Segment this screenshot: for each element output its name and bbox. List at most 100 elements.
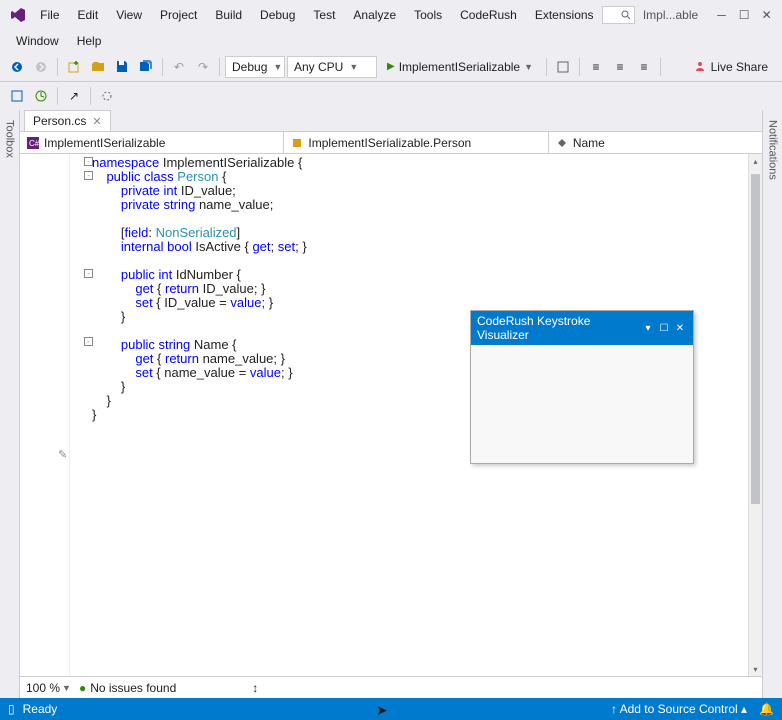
menu-extensions[interactable]: Extensions xyxy=(527,4,602,26)
main-area: Toolbox Person.cs ✕ C# ImplementISeriali… xyxy=(0,110,782,698)
notifications-tab[interactable]: Notifications xyxy=(765,116,781,184)
menu-file[interactable]: File xyxy=(32,4,67,26)
menu-build[interactable]: Build xyxy=(207,4,250,26)
csharp-project-icon: C# xyxy=(26,136,40,150)
config-dropdown[interactable]: Debug▼ xyxy=(225,56,285,78)
tb2-btn2[interactable] xyxy=(30,85,52,107)
zoom-dropdown[interactable]: 100 % ▼ xyxy=(26,681,71,695)
scroll-up-icon[interactable]: ▴ xyxy=(749,154,762,168)
secondary-toolbar: ↗ xyxy=(0,82,782,110)
left-sidebar: Toolbox xyxy=(0,110,20,698)
scroll-down-icon[interactable]: ▾ xyxy=(749,662,762,676)
start-label: ImplementISerializable xyxy=(399,60,520,74)
editor-gutter: ✎ xyxy=(20,154,70,676)
popup-close-icon[interactable]: ✕ xyxy=(673,321,687,335)
status-nav-button[interactable]: ↕ xyxy=(244,677,266,699)
fold-toggle[interactable]: - xyxy=(84,157,93,166)
popup-maximize-icon[interactable]: ☐ xyxy=(657,321,671,335)
platform-dropdown[interactable]: Any CPU▼ xyxy=(287,56,377,78)
file-tabs: Person.cs ✕ xyxy=(20,110,762,132)
menu-edit[interactable]: Edit xyxy=(70,4,107,26)
menu-help[interactable]: Help xyxy=(69,32,110,50)
maximize-button[interactable]: ☐ xyxy=(733,4,756,26)
nav-class-dropdown[interactable]: ImplementISerializable.Person xyxy=(284,132,548,153)
menu-analyze[interactable]: Analyze xyxy=(345,4,404,26)
keystroke-visualizer-popup[interactable]: CodeRush Keystroke Visualizer ▾ ☐ ✕ xyxy=(470,310,694,464)
minimize-button[interactable]: ─ xyxy=(710,4,733,26)
code-editor[interactable]: ✎ - - - - namespace ImplementISerializab… xyxy=(20,154,762,676)
add-icon: ↑ xyxy=(611,702,617,716)
open-file-button[interactable] xyxy=(87,56,109,78)
vertical-scrollbar[interactable]: ▴ ▾ xyxy=(748,154,762,676)
nav-forward-button[interactable] xyxy=(30,56,52,78)
popup-body xyxy=(471,345,693,463)
titlebar: File Edit View Project Build Debug Test … xyxy=(0,0,782,30)
undo-button[interactable]: ↶ xyxy=(168,56,190,78)
close-button[interactable]: ✕ xyxy=(755,4,778,26)
vs-logo-icon xyxy=(10,5,26,25)
statusbar-icon[interactable]: ▯ xyxy=(8,702,15,716)
config-label: Debug xyxy=(232,60,267,74)
status-ready: Ready xyxy=(23,702,58,716)
menu-project[interactable]: Project xyxy=(152,4,205,26)
zoom-label: 100 % xyxy=(26,681,60,695)
file-tab-person[interactable]: Person.cs ✕ xyxy=(24,110,111,131)
tab-close-icon[interactable]: ✕ xyxy=(92,115,101,128)
toolbox-tab[interactable]: Toolbox xyxy=(2,116,18,162)
redo-button[interactable]: ↷ xyxy=(192,56,214,78)
fold-toggle[interactable]: - xyxy=(84,269,93,278)
fold-toggle[interactable]: - xyxy=(84,171,93,180)
tb2-btn1[interactable] xyxy=(6,85,28,107)
start-debug-button[interactable]: ▶ImplementISerializable▼ xyxy=(379,56,541,78)
menubar-row2: Window Help xyxy=(0,30,782,52)
navigation-bar: C# ImplementISerializable ImplementISeri… xyxy=(20,132,762,154)
comment-button[interactable]: ≡ xyxy=(609,56,631,78)
new-project-button[interactable] xyxy=(63,56,85,78)
editor-area: Person.cs ✕ C# ImplementISerializable Im… xyxy=(20,110,762,698)
issues-label: No issues found xyxy=(90,681,176,695)
platform-label: Any CPU xyxy=(294,60,343,74)
indent-button[interactable]: ≡ xyxy=(585,56,607,78)
popup-title-label: CodeRush Keystroke Visualizer xyxy=(477,314,639,342)
scroll-thumb[interactable] xyxy=(751,174,760,504)
fold-toggle[interactable]: - xyxy=(84,337,93,346)
uncomment-button[interactable]: ≡ xyxy=(633,56,655,78)
popup-titlebar[interactable]: CodeRush Keystroke Visualizer ▾ ☐ ✕ xyxy=(471,311,693,345)
class-icon xyxy=(290,136,304,150)
right-sidebar: Notifications xyxy=(762,110,782,698)
menu-coderush[interactable]: CodeRush xyxy=(452,4,525,26)
nav-member-dropdown[interactable]: Name xyxy=(549,132,762,153)
liveshare-button[interactable]: Live Share xyxy=(685,60,776,74)
liveshare-label: Live Share xyxy=(711,60,768,74)
menu-test[interactable]: Test xyxy=(305,4,343,26)
save-all-button[interactable] xyxy=(135,56,157,78)
svg-text:C#: C# xyxy=(29,139,39,148)
menu-view[interactable]: View xyxy=(108,4,150,26)
tb2-btn3[interactable]: ↗ xyxy=(63,85,85,107)
liveshare-icon xyxy=(693,60,707,74)
step-button[interactable] xyxy=(552,56,574,78)
quick-launch-search[interactable] xyxy=(602,6,635,24)
notifications-bell-icon[interactable]: 🔔 xyxy=(759,702,774,716)
editor-status-row: 100 % ▼ ● No issues found ↕ xyxy=(20,676,762,698)
edit-indicator-icon: ✎ xyxy=(58,448,67,461)
tb2-btn4[interactable] xyxy=(96,85,118,107)
source-control-button[interactable]: ↑ Add to Source Control ▴ xyxy=(611,702,747,716)
nav-back-button[interactable] xyxy=(6,56,28,78)
menu-debug[interactable]: Debug xyxy=(252,4,303,26)
nav-project-label: ImplementISerializable xyxy=(44,136,165,150)
popup-dropdown-icon[interactable]: ▾ xyxy=(641,321,655,335)
nav-member-label: Name xyxy=(573,136,605,150)
save-button[interactable] xyxy=(111,56,133,78)
issues-indicator[interactable]: ● No issues found xyxy=(79,681,176,695)
source-control-label: Add to Source Control xyxy=(620,702,738,716)
menu-tools[interactable]: Tools xyxy=(406,4,450,26)
main-toolbar: ↶ ↷ Debug▼ Any CPU▼ ▶ImplementISerializa… xyxy=(0,52,782,82)
window-title: Impl...able xyxy=(643,8,698,22)
menu-window[interactable]: Window xyxy=(8,32,67,50)
outline-column: - - - - xyxy=(72,154,86,676)
check-icon: ● xyxy=(79,681,86,695)
file-tab-label: Person.cs xyxy=(33,114,86,128)
search-icon xyxy=(621,10,631,20)
nav-project-dropdown[interactable]: C# ImplementISerializable xyxy=(20,132,284,153)
